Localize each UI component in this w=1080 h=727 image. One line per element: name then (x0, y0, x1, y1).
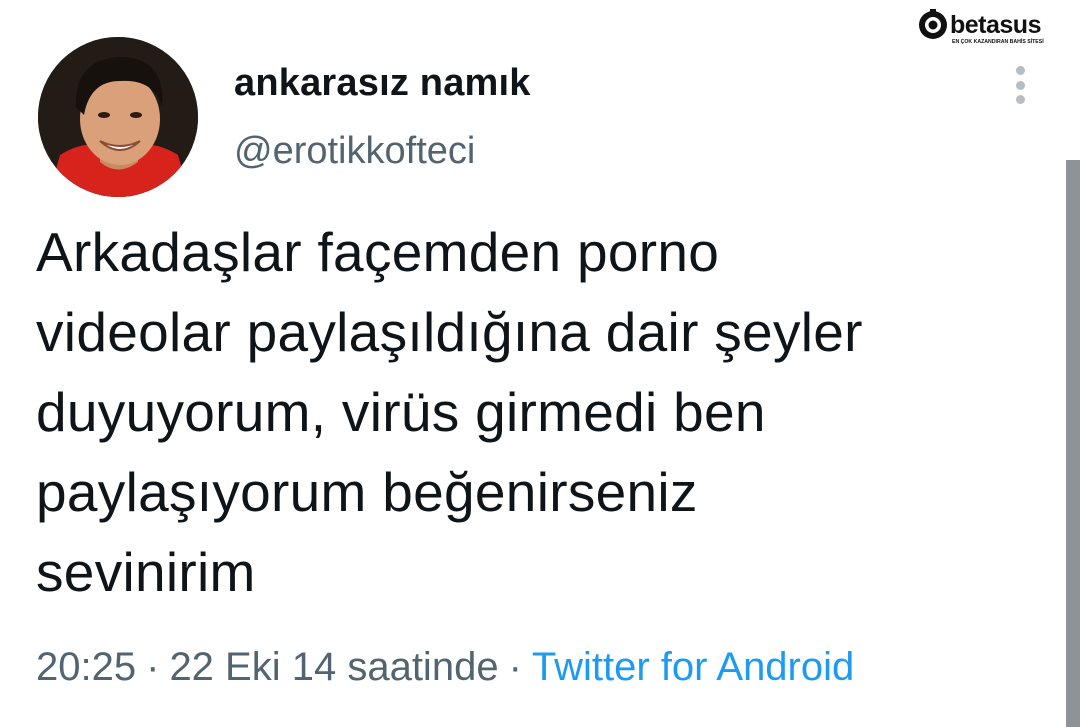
watermark-tagline: EN ÇOK KAZANDIRAN BAHİS SİTESİ (952, 38, 1044, 45)
more-dot (1015, 80, 1025, 90)
tweet-date[interactable]: 22 Eki 14 saatinde (169, 645, 498, 689)
watermark-brand: betasus (950, 11, 1041, 39)
tweet-text: Arkadaşlar façemden porno videolar payla… (36, 212, 1036, 612)
scrollbar[interactable] (1066, 160, 1080, 727)
tweet-meta: 20:25 · 22 Eki 14 saatinde · Twitter for And… (36, 645, 854, 690)
author-handle[interactable]: @erotikkofteci (234, 130, 475, 173)
more-dot (1015, 66, 1025, 75)
meta-separator: · (146, 645, 160, 689)
author-display-name[interactable]: ankarasız namık (234, 62, 531, 105)
tweet-text-line: sevinirim (36, 541, 256, 603)
tweet-text-line: paylaşıyorum beğenirseniz (36, 461, 698, 523)
tweet-time[interactable]: 20:25 (36, 645, 136, 689)
more-dot (1015, 95, 1025, 104)
tweet-source-link[interactable]: Twitter for Android (532, 645, 854, 689)
meta-separator: · (508, 645, 522, 689)
more-vertical-icon[interactable] (1005, 62, 1035, 108)
tweet-text-line: Arkadaşlar façemden porno (36, 221, 720, 283)
avatar[interactable] (38, 37, 198, 197)
tweet-text-line: duyuyorum, virüs girmedi ben (36, 381, 766, 443)
betasus-logo-icon: betasus EN ÇOK KAZANDIRAN BAHİS SİTESİ (916, 6, 1066, 46)
tweet-text-line: videolar paylaşıldığına dair şeyler (36, 301, 863, 363)
